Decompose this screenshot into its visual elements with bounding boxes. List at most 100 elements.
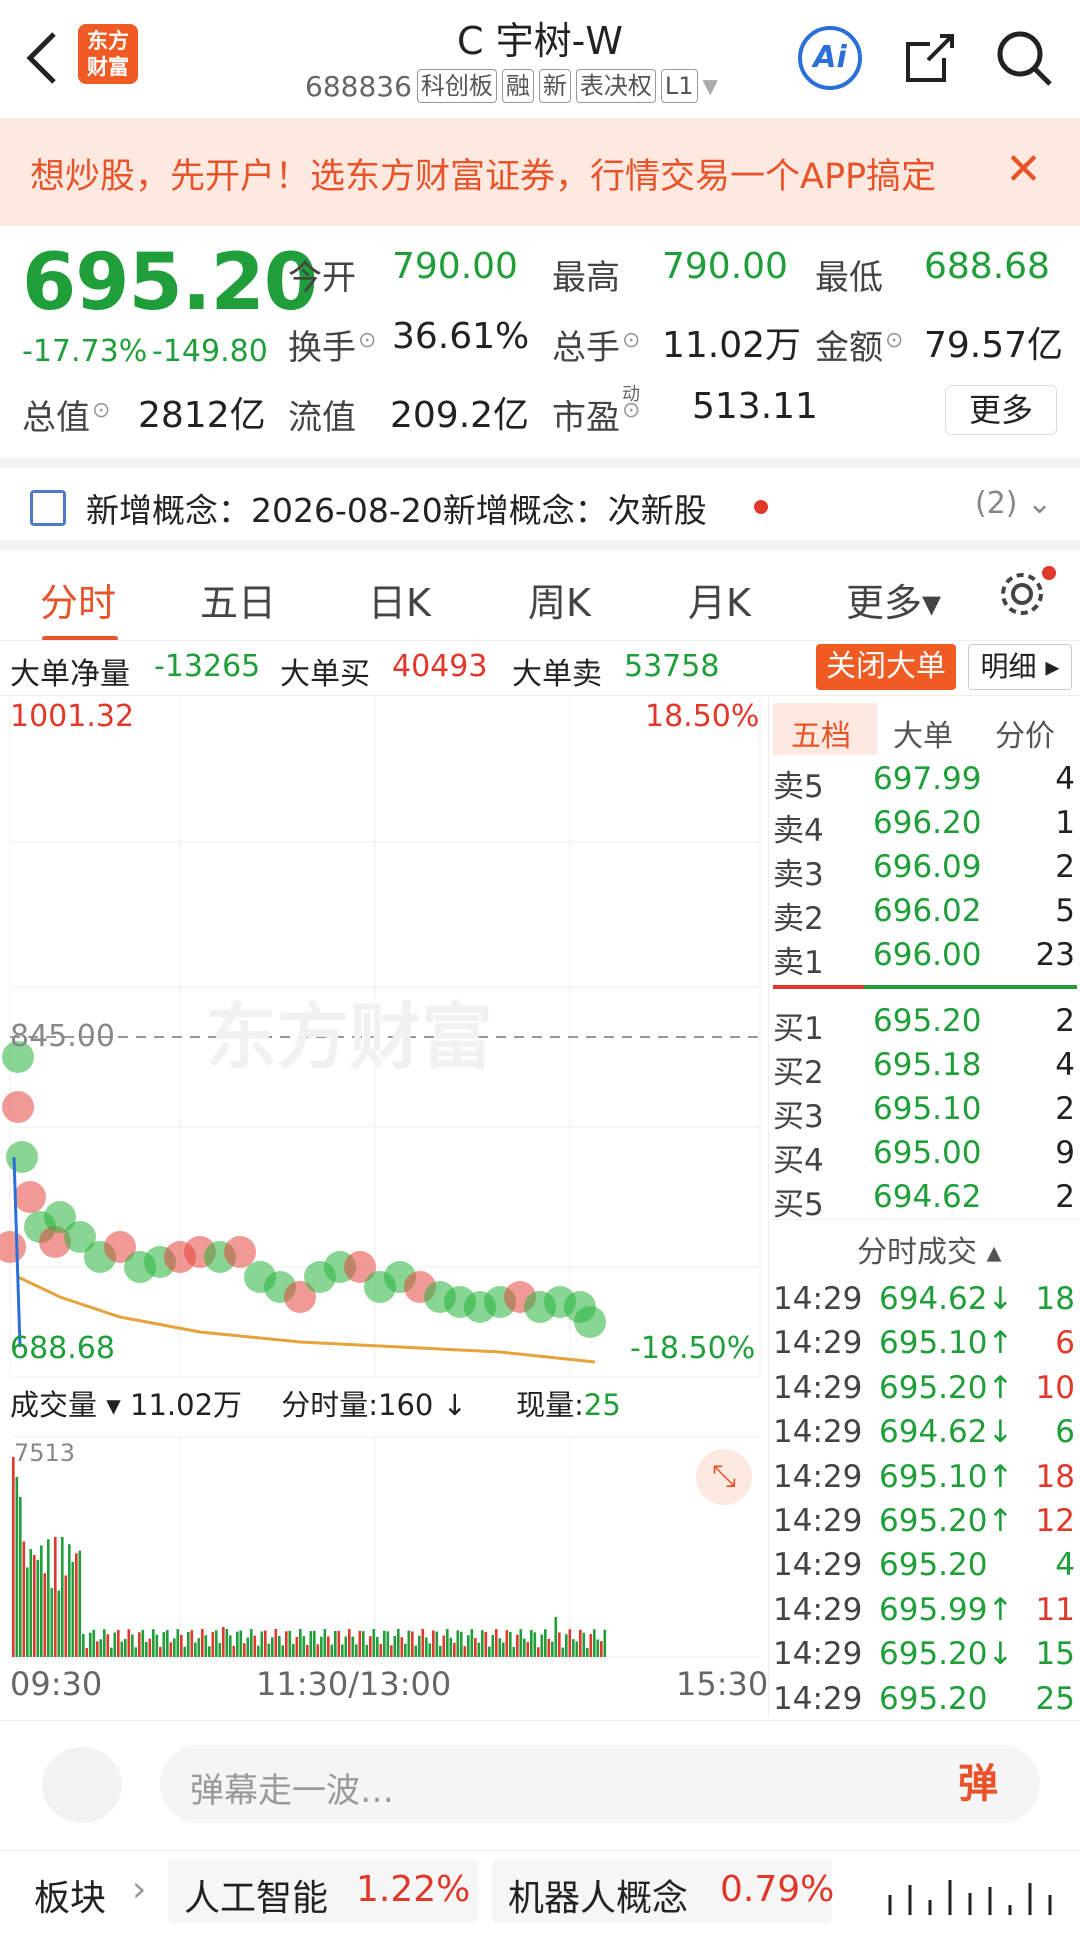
volume-bar xyxy=(558,1632,561,1657)
time-end: 15:30 xyxy=(676,1665,769,1703)
volume-bar xyxy=(596,1639,600,1657)
sell-label: 大单卖 xyxy=(512,657,602,692)
volume-bar xyxy=(600,1641,603,1657)
order-book-row[interactable]: 卖3 696.09 2 xyxy=(769,845,1080,893)
chevron-right-icon: › xyxy=(132,1869,147,1910)
order-book-row[interactable]: 买3 695.10 2 xyxy=(769,1087,1080,1135)
volume-dropdown[interactable]: 成交量 ▾ xyxy=(10,1388,121,1422)
volume-bar xyxy=(47,1539,50,1657)
volume-bar xyxy=(411,1631,414,1657)
volume-bar xyxy=(33,1555,36,1657)
quote-label: 流值 xyxy=(288,398,356,438)
expand-icon[interactable]: ⤡ xyxy=(696,1449,752,1505)
trade-bubble xyxy=(2,1091,34,1123)
volume-bar xyxy=(201,1629,204,1657)
ai-assistant-icon[interactable]: Ai xyxy=(798,26,862,90)
more-quote-button[interactable]: 更多 xyxy=(945,385,1057,435)
volume-bar xyxy=(460,1631,463,1657)
volume-bar xyxy=(547,1638,551,1657)
close-icon[interactable]: ✕ xyxy=(1005,144,1042,195)
detail-button[interactable]: 明细 ▸ xyxy=(968,644,1072,690)
notification-dot xyxy=(1042,566,1056,580)
volume-bar xyxy=(250,1629,253,1657)
volume-bar xyxy=(442,1635,446,1657)
level-price: 695.00 xyxy=(873,1135,982,1171)
sector-name-0: 人工智能 xyxy=(184,1878,329,1919)
info-icon[interactable]: ⊙ xyxy=(358,328,376,353)
volume-bar xyxy=(505,1630,509,1657)
ticks-title[interactable]: 分时成交 ▴ xyxy=(857,1227,1002,1271)
tab-five-day[interactable]: 五日 xyxy=(200,572,276,627)
order-book-row[interactable]: 卖1 696.00 23 xyxy=(769,933,1080,981)
order-book-row[interactable]: 卖2 696.02 5 xyxy=(769,889,1080,937)
sector-pct-0: 1.22% xyxy=(356,1869,471,1910)
order-book-row[interactable]: 卖5 697.99 4 xyxy=(769,757,1080,805)
tab-price-distribution[interactable]: 分价 xyxy=(995,711,1055,755)
volume-bar xyxy=(344,1636,348,1657)
volume-bar xyxy=(474,1638,477,1657)
tick-row: 14:29 694.62↓ 18 xyxy=(769,1277,1080,1321)
quote-label: 今开 xyxy=(288,258,356,298)
tab-weekly-k[interactable]: 周K xyxy=(528,572,591,627)
volume-bar xyxy=(169,1642,173,1657)
concept-text: 新增概念：2026-08-20新增概念：次新股 xyxy=(86,491,707,530)
volume-bar xyxy=(211,1631,215,1657)
tab-big-order[interactable]: 大单 xyxy=(893,711,953,755)
concept-count: (2) ⌄ xyxy=(975,486,1053,521)
volume-bar xyxy=(57,1590,61,1657)
volume-bar xyxy=(141,1629,145,1657)
order-book-row[interactable]: 卖4 696.20 1 xyxy=(769,801,1080,849)
tab-intraday[interactable]: 分时 xyxy=(40,572,116,627)
volume-bar xyxy=(589,1634,593,1657)
level-price: 696.09 xyxy=(873,849,982,885)
level-label: 卖1 xyxy=(773,945,824,981)
tick-time: 14:29 xyxy=(773,1636,863,1673)
volume-bar xyxy=(544,1629,547,1657)
share-icon[interactable] xyxy=(900,28,960,88)
tick-row: 14:29 695.20↑ 10 xyxy=(769,1366,1080,1410)
volume-bar xyxy=(502,1642,505,1657)
sell-value: 53758 xyxy=(624,649,720,684)
volume-bar xyxy=(40,1545,43,1657)
concept-bar[interactable]: 新增概念：2026-08-20新增概念：次新股 (2) ⌄ xyxy=(0,458,1080,538)
order-book-row[interactable]: 买2 695.18 4 xyxy=(769,1043,1080,1091)
unread-dot xyxy=(754,500,768,514)
promo-banner[interactable]: 想炒股，先开户！选东方财富证券，行情交易一个APP搞定 ✕ xyxy=(0,118,1080,226)
intraday-chart[interactable]: 东方财富 1001.32 18.50% 845.00 688.68 -18.50… xyxy=(0,697,768,1717)
level-volume: 4 xyxy=(1055,1047,1075,1083)
danmu-placeholder: 弹幕走一波… xyxy=(190,1771,394,1811)
level-label: 买1 xyxy=(773,1011,824,1047)
volume-bar xyxy=(348,1629,351,1657)
tick-price: 694.62↓ xyxy=(879,1281,1014,1317)
info-icon[interactable]: ⊙ xyxy=(622,328,640,353)
danmu-settings-icon[interactable] xyxy=(42,1747,122,1823)
volume-bar xyxy=(498,1638,502,1657)
level-label: 买5 xyxy=(773,1187,824,1223)
danmu-send-button[interactable]: 弹 xyxy=(958,1751,998,1809)
gear-icon[interactable] xyxy=(996,568,1048,620)
order-book-row[interactable]: 买1 695.20 2 xyxy=(769,999,1080,1047)
info-icon[interactable]: ⊙ xyxy=(885,328,903,353)
current-price: 695.20 xyxy=(22,238,318,328)
volume-bar xyxy=(456,1630,460,1657)
tab-more[interactable]: 更多▾ xyxy=(846,572,941,627)
volume-bar xyxy=(421,1629,425,1657)
volume-bar xyxy=(327,1636,330,1657)
tag-voting-rights: 表决权 xyxy=(575,69,656,103)
tab-five-level[interactable]: 五档 xyxy=(791,711,851,755)
stock-code-line[interactable]: 688836 科创板 融 新 表决权 L1 ▼ xyxy=(305,66,718,106)
chevron-down-icon: ⌄ xyxy=(1027,486,1053,521)
tick-time: 14:29 xyxy=(773,1369,863,1406)
volume-bar xyxy=(386,1631,390,1657)
volume-bar xyxy=(288,1630,292,1657)
order-book-row[interactable]: 买5 694.62 2 xyxy=(769,1175,1080,1223)
volume-bar xyxy=(313,1630,316,1657)
info-icon[interactable]: ⊙ xyxy=(92,398,110,423)
order-book-row[interactable]: 买4 695.00 9 xyxy=(769,1131,1080,1179)
search-icon[interactable] xyxy=(992,26,1056,90)
tab-daily-k[interactable]: 日K xyxy=(368,572,431,627)
quote-superscript: 动 xyxy=(622,384,640,405)
volume-bar xyxy=(71,1561,75,1657)
close-big-order-button[interactable]: 关闭大单 xyxy=(816,644,956,690)
tab-monthly-k[interactable]: 月K xyxy=(688,572,751,627)
